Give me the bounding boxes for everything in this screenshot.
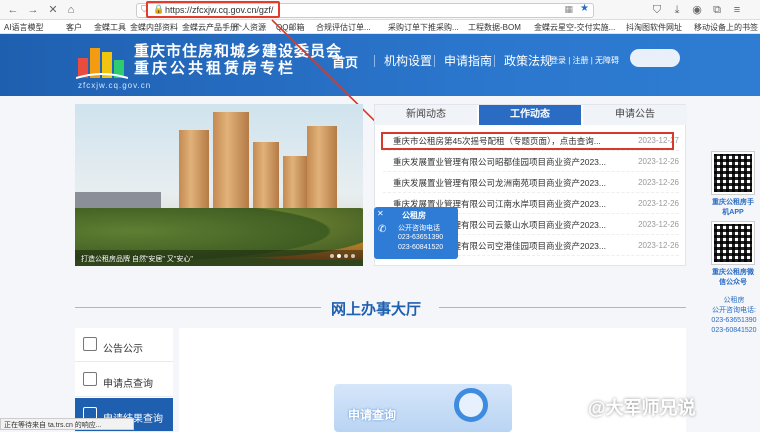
extensions-icon[interactable]: ⧉ [710, 3, 724, 17]
nav-divider [494, 55, 495, 67]
bookmark-item[interactable]: 金蝶云星空-交付实施... [534, 22, 615, 33]
qr-code-icon [711, 221, 755, 265]
bookmarks-bar: AI语言模型 客户 金蝶工具 金蝶内部资料 金蝶云产品手册 个人资源 QQ邮箱 … [0, 20, 760, 34]
services-header: 网上办事大厅 [75, 296, 686, 318]
bookmark-item[interactable]: 合规评估订单... [316, 22, 371, 33]
menu-icon[interactable]: ≡ [730, 3, 744, 17]
close-icon[interactable]: ✕ [377, 209, 384, 218]
document-icon [83, 372, 97, 386]
popup-phone: 023-60841520 [398, 244, 444, 251]
nav-guide[interactable]: 申请指南 [444, 52, 492, 69]
sidebar-item-notices[interactable]: 公告公示 [75, 328, 173, 362]
status-bar: 正在等待来自 ta.trs.cn 的响应... [0, 418, 134, 430]
application-query-card[interactable]: 申请查询 [334, 384, 512, 432]
services-title: 网上办事大厅 [331, 301, 422, 318]
bookmark-item[interactable]: 移动设备上的书签 [694, 22, 758, 33]
nav-policy[interactable]: 政策法规 [504, 52, 552, 69]
divider [75, 307, 321, 308]
divider [439, 307, 686, 308]
nav-organization[interactable]: 机构设置 [384, 52, 432, 69]
bookmark-item[interactable]: 金蝶工具 [94, 22, 126, 33]
bookmark-item[interactable]: 金蝶内部资料 [130, 22, 178, 33]
sidebar-item-location-query[interactable]: 申请点查询 [75, 363, 173, 397]
bookmark-item[interactable]: 工程数据-BOM [468, 22, 521, 33]
bookmark-item[interactable]: 金蝶云产品手册 [182, 22, 238, 33]
news-date: 2023-12-26 [638, 199, 679, 208]
news-date: 2023-12-26 [638, 241, 679, 250]
news-date: 2023-12-26 [638, 157, 679, 166]
qr-column: 重庆公租房手机APP 重庆公租房微信公众号 [710, 151, 756, 292]
tab-news[interactable]: 新闻动态 [375, 105, 477, 125]
hotline-phone: 023-63651390 [711, 317, 757, 324]
news-date: 2023-12-26 [638, 178, 679, 187]
sidebar-item-label: 公告公示 [103, 344, 143, 355]
tab-work[interactable]: 工作动态 [479, 105, 581, 125]
popup-title: 公租房 [402, 211, 426, 220]
tab-announcements[interactable]: 申请公告 [583, 105, 687, 125]
account-icon[interactable]: ◉ [690, 3, 704, 17]
browser-toolbar: ← → ✕ ⌂ ⛉ 🔒 https://zfcxjw.cq.gov.cn/gzf… [0, 0, 760, 20]
watermark: @大军师兄说 [588, 398, 696, 418]
back-icon[interactable]: ← [6, 3, 20, 17]
clipboard-icon [83, 337, 97, 351]
phone-icon: ✆ [378, 224, 387, 235]
site-logo-icon [76, 48, 128, 79]
hotline-popup[interactable]: ✕ 公租房 ✆ 公开咨询电话 023-63651390 023-60841520 [374, 207, 458, 259]
hotline-info: 公租房 公开咨询电话: 023-63651390 023-60841520 [710, 296, 758, 336]
site-subtitle: 重庆公共租赁房专栏 [134, 60, 297, 77]
url-highlight-box [146, 1, 280, 18]
nav-divider [374, 55, 375, 67]
banner-caption: 打造公租房品牌 自然"安居" 又"安心" [75, 250, 363, 266]
nav-home[interactable]: 首页 [332, 52, 358, 71]
hotline-phone: 023-60841520 [711, 327, 757, 334]
sidebar-item-label: 申请点查询 [103, 379, 153, 390]
carousel-dots[interactable] [327, 249, 355, 261]
grid-icon[interactable]: ▦ [564, 4, 573, 15]
bookmark-item[interactable]: 个人资源 [234, 22, 266, 33]
forward-icon[interactable]: → [26, 3, 40, 17]
services-sidebar: 公告公示 申请点查询 申请结果查询 [75, 328, 173, 432]
login-links[interactable]: 登录 | 注册 | 无障碍 [550, 55, 619, 66]
qr-label[interactable]: 重庆公租房微信公众号 [710, 267, 756, 287]
site-domain: zfcxjw.cq.gov.cn [78, 81, 152, 90]
download-icon[interactable]: ⤓ [670, 3, 684, 17]
bookmark-star-icon[interactable]: ★ [580, 3, 589, 14]
bookmark-item[interactable]: 抖淘图软件网址 [626, 22, 682, 33]
hotline-label: 公开咨询电话: [712, 307, 756, 314]
hotline-org: 公租房 [723, 297, 745, 304]
qr-label[interactable]: 重庆公租房手机APP [710, 197, 756, 217]
carousel-dot[interactable] [337, 254, 341, 258]
carousel-dot[interactable] [344, 254, 348, 258]
bookmark-item[interactable]: QQ邮箱 [276, 22, 304, 33]
carousel-dot[interactable] [351, 254, 355, 258]
news-item[interactable]: 重庆发展置业管理有限公司昭都佳园项目商业资产2023... 2023-12-26 [383, 152, 679, 172]
carousel-dot[interactable] [330, 254, 334, 258]
news-item[interactable]: 重庆发展置业管理有限公司龙洲南苑项目商业资产2023... 2023-12-26 [383, 173, 679, 193]
home-icon[interactable]: ⌂ [64, 3, 78, 17]
shield-icon[interactable]: ⛉ [650, 3, 664, 17]
news-highlight-box [381, 132, 674, 150]
bookmark-item[interactable]: 客户 [66, 22, 82, 33]
popup-label: 公开咨询电话 [398, 225, 440, 232]
magnifier-icon [454, 388, 488, 422]
news-title[interactable]: 重庆发展置业管理有限公司龙洲南苑项目商业资产2023... [393, 173, 613, 193]
banner-carousel[interactable]: 打造公租房品牌 自然"安居" 又"安心" [75, 104, 363, 266]
qr-code-icon [711, 151, 755, 195]
search-input[interactable] [630, 49, 680, 67]
close-icon[interactable]: ✕ [46, 3, 60, 17]
card-label: 申请查询 [348, 408, 397, 422]
bookmark-item[interactable]: AI语言模型 [4, 22, 44, 33]
nav-divider [434, 55, 435, 67]
news-title[interactable]: 重庆发展置业管理有限公司昭都佳园项目商业资产2023... [393, 152, 613, 172]
news-date: 2023-12-26 [638, 220, 679, 229]
site-header: 重庆市住房和城乡建设委员会 重庆公共租赁房专栏 zfcxjw.cq.gov.cn… [0, 34, 760, 96]
popup-phone: 023-63651390 [398, 234, 444, 241]
bookmark-item[interactable]: 采购订单下推采购... [388, 22, 459, 33]
